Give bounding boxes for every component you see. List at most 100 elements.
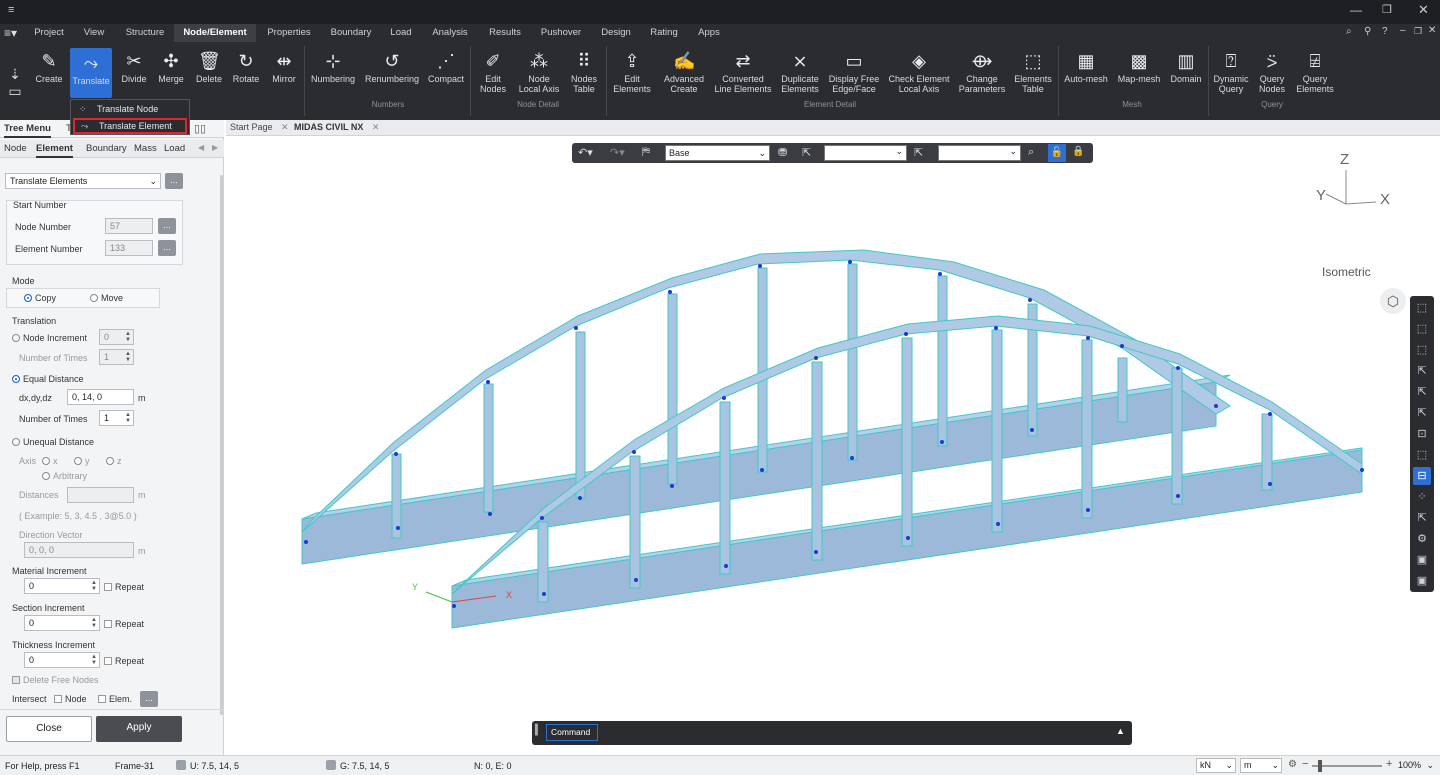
nodes-table-button[interactable]: ⠿ Nodes Table (566, 46, 602, 104)
eq-times-field[interactable]: 1 ▲ ▼ (99, 410, 134, 426)
command-grip-icon[interactable]: ▍ (535, 725, 543, 736)
lock-off-icon[interactable]: 🔒 (1072, 146, 1084, 157)
menu-rating[interactable]: Rating (646, 24, 682, 42)
select-polygon-icon[interactable]: ⬚ (1413, 320, 1431, 338)
translate-node-item[interactable]: ⁘ Translate Node (73, 101, 187, 117)
divide-button[interactable]: ✂ Divide (118, 46, 150, 104)
redo-icon[interactable]: ↷▾ (610, 146, 625, 159)
select-single-icon[interactable]: ⇱ (1413, 404, 1431, 422)
node-increment-radio[interactable]: Node Increment (12, 332, 87, 344)
search-icon[interactable]: ⌕ (1346, 26, 1352, 37)
panel-scrollbar[interactable] (220, 175, 223, 715)
command-select[interactable]: Command ⇕ (546, 724, 598, 752)
elements-table-button[interactable]: ⬚ Elements Table (1012, 46, 1054, 104)
select-identity-icon[interactable]: ⊟ (1413, 467, 1431, 485)
menu-load[interactable]: Load (386, 24, 416, 42)
tab-node[interactable]: Node (4, 140, 27, 158)
check-element-local-axis-button[interactable]: ◈ Check Element Local Axis (886, 46, 952, 104)
select-tool-icon[interactable]: ⇱ (802, 146, 811, 159)
numbering-button[interactable]: ⊹ Numbering (308, 46, 358, 104)
doc-restore-icon[interactable]: ❐ (1414, 26, 1422, 37)
node-number-more-button[interactable]: ... (158, 218, 176, 234)
axis-y-radio[interactable]: y (74, 455, 90, 467)
map-mesh-button[interactable]: ▩ Map-mesh (1114, 46, 1164, 104)
menu-apps[interactable]: Apps (694, 24, 724, 42)
merge-button[interactable]: ✣ Merge (154, 46, 188, 104)
converted-line-elements-button[interactable]: ⇄ Converted Line Elements (712, 46, 774, 104)
tab-mass[interactable]: Mass (134, 140, 157, 158)
undo-icon[interactable]: ↶▾ (578, 146, 593, 159)
distances-field[interactable] (67, 487, 134, 503)
query-nodes-button[interactable]: ⍩ Query Nodes (1254, 46, 1290, 104)
doc-minimize-icon[interactable]: – (1400, 25, 1406, 36)
section-increment-field[interactable]: 0 ▲ ▼ (24, 615, 100, 631)
display-options-icon[interactable]: ▣ (1413, 572, 1431, 590)
expand-up-icon[interactable]: ▲ (1116, 726, 1125, 736)
tab-element[interactable]: Element (36, 140, 73, 158)
zoom-in-icon[interactable]: + (1386, 758, 1392, 770)
tab-tree-menu[interactable]: Tree Menu (4, 120, 51, 138)
menu-node-element[interactable]: Node/Element (174, 24, 256, 42)
axis-x-radio[interactable]: x (42, 455, 58, 467)
element-number-field[interactable]: 133 (105, 240, 153, 256)
command-input[interactable] (602, 724, 1102, 741)
zoom-slider-thumb[interactable] (1318, 760, 1322, 772)
translate-button[interactable]: ⤳ Translate (70, 48, 112, 98)
unequal-distance-radio[interactable]: Unequal Distance (12, 436, 94, 448)
search-view-icon[interactable]: ⌕ (1028, 146, 1034, 159)
compact-button[interactable]: ⋰ Compact (426, 46, 466, 104)
direction-vector-field[interactable]: 0, 0, 0 (24, 542, 134, 558)
layer-select[interactable]: ⌄ (938, 145, 1021, 161)
minimize-icon[interactable]: — (1350, 3, 1362, 17)
delete-free-nodes-checkbox[interactable]: Delete Free Nodes (12, 674, 99, 686)
domain-button[interactable]: ▥ Domain (1168, 46, 1204, 104)
material-repeat-checkbox[interactable]: Repeat (104, 581, 144, 593)
display-free-edge-button[interactable]: ▭ Display Free Edge/Face (826, 46, 882, 104)
mirror-button[interactable]: ⇹ Mirror (268, 46, 300, 104)
select-intersect-icon[interactable]: ⬚ (1413, 341, 1431, 359)
advanced-create-button[interactable]: ✍ Advanced Create (660, 46, 708, 104)
menu-pushover[interactable]: Pushover (536, 24, 586, 42)
thickness-repeat-checkbox[interactable]: Repeat (104, 655, 144, 667)
select-all-icon[interactable]: ⊡ (1413, 425, 1431, 443)
dynamic-query-button[interactable]: ⍰ Dynamic Query (1212, 46, 1250, 104)
zoom-select[interactable]: 100% ⌄ (1398, 758, 1436, 773)
node-increment-field[interactable]: 0 ▲ ▼ (99, 329, 134, 345)
section-repeat-checkbox[interactable]: Repeat (104, 618, 144, 630)
menu-design[interactable]: Design (596, 24, 636, 42)
tab-scroll-left-icon[interactable]: ◀ (198, 143, 204, 152)
tools-icon[interactable]: ⚲ (1364, 26, 1371, 37)
axis-arbitrary-radio[interactable]: Arbitrary (42, 470, 87, 482)
query-elements-button[interactable]: ⍯ Query Elements (1294, 46, 1336, 104)
dxdydz-field[interactable]: 0, 14, 0 (67, 389, 134, 405)
select-node-icon[interactable]: ⁘ (1413, 488, 1431, 506)
group-select[interactable]: ⌄ (824, 145, 907, 161)
view-select-icon[interactable]: ⛿ (642, 146, 650, 159)
edit-elements-button[interactable]: ⇪ Edit Elements (610, 46, 654, 104)
axis-z-radio[interactable]: z (106, 455, 122, 467)
tab-boundary[interactable]: Boundary (86, 140, 127, 158)
auto-mesh-button[interactable]: ▦ Auto-mesh (1062, 46, 1110, 104)
create-button[interactable]: ✎ Create (34, 46, 64, 104)
select-element-icon[interactable]: ⇱ (1413, 509, 1431, 527)
hamburger-icon[interactable]: ≡▾ (4, 26, 17, 40)
restore-icon[interactable]: ❐ (1382, 3, 1392, 16)
menu-boundary[interactable]: Boundary (326, 24, 376, 42)
intersect-node-checkbox[interactable]: Node (54, 693, 87, 705)
apply-button[interactable]: Apply (96, 716, 182, 742)
quick-access-icon[interactable]: ⇣ ▭ (6, 66, 24, 99)
node-number-field[interactable]: 57 (105, 218, 153, 234)
select-plane-icon[interactable]: ⇱ (1413, 362, 1431, 380)
close-window-icon[interactable]: ✕ (1418, 2, 1429, 18)
app-menu-icon[interactable]: ≡ (8, 4, 14, 16)
node-local-axis-button[interactable]: ⁂ Node Local Axis (516, 46, 562, 104)
select-by-icon[interactable]: ⇱ (914, 146, 923, 159)
force-unit-select[interactable]: kN ⌄ (1196, 758, 1236, 773)
rotate-button[interactable]: ↻ Rotate (230, 46, 262, 104)
unit-settings-icon[interactable]: ⚙ (1288, 759, 1297, 770)
menu-project[interactable]: Project (28, 24, 70, 42)
material-increment-field[interactable]: 0 ▲ ▼ (24, 578, 100, 594)
select-property-icon[interactable]: ⚙ (1413, 530, 1431, 548)
delete-button[interactable]: 🗑 Delete (192, 46, 226, 104)
number-of-times-field[interactable]: 1 ▲ ▼ (99, 349, 134, 365)
